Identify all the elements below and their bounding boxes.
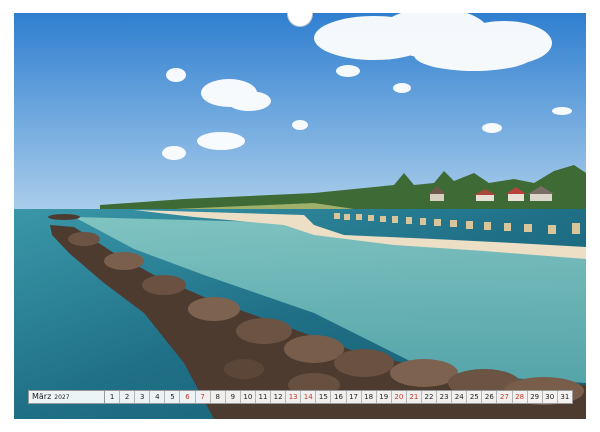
calendar-day: 13 [286, 391, 302, 403]
month-name: März [32, 392, 52, 401]
calendar-day: 28 [513, 391, 528, 403]
calendar-day: 30 [543, 391, 558, 403]
calendar-day: 11 [256, 391, 272, 403]
calendar-day: 4 [150, 391, 166, 403]
distant-rocks [48, 214, 80, 220]
calendar-day: 5 [165, 391, 181, 403]
calendar-day: 23 [437, 391, 453, 403]
calendar-day: 27 [497, 391, 513, 403]
calendar-day: 29 [528, 391, 543, 403]
calendar-day: 21 [407, 391, 422, 403]
calendar-day: 26 [482, 391, 498, 403]
calendar-day: 19 [377, 391, 392, 403]
landscape-photo [14, 13, 586, 419]
calendar-day: 8 [211, 391, 226, 403]
calendar-strip: März 2027 1 2 3 4 5 6 7 8 9 10 11 12 13 14 15 16 17 18 19 20… [28, 390, 573, 404]
calendar-day: 14 [301, 391, 317, 403]
calendar-day: 20 [392, 391, 407, 403]
calendar-day: 15 [316, 391, 332, 403]
calendar-day: 31 [560, 393, 570, 401]
calendar-day: 6 [180, 391, 196, 403]
calendar-day: 22 [422, 391, 438, 403]
month-label: März 2027 [29, 391, 105, 403]
calendar-day: 25 [467, 391, 483, 403]
calendar-day: 10 [241, 391, 256, 403]
day-cells: 1 2 3 4 5 6 7 8 9 10 11 12 13 14 15 16 17 18 19 20 21 22 23 24 2… [105, 391, 572, 403]
calendar-day: 7 [196, 391, 211, 403]
calendar-day: 2 [120, 391, 136, 403]
calendar-day: 17 [347, 391, 362, 403]
calendar-day: 1 [105, 391, 121, 403]
calendar-day: 16 [331, 391, 347, 403]
year-label: 2027 [54, 394, 70, 401]
calendar-day: 12 [271, 391, 287, 403]
calendar-day: 24 [452, 391, 468, 403]
beach-scene [14, 13, 586, 419]
calendar-day: 3 [135, 391, 151, 403]
calendar-day: 9 [226, 391, 241, 403]
calendar-day: 18 [362, 391, 377, 403]
